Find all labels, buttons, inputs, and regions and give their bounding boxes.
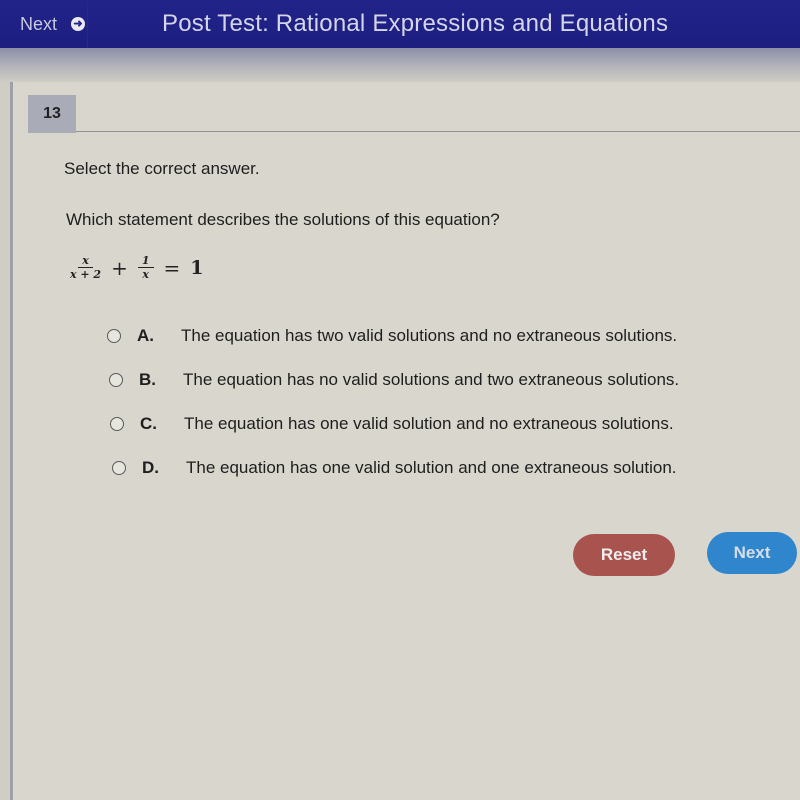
top-navigation-bar: Next ➜ Post Test: Rational Expressions a…: [0, 0, 800, 48]
answer-option-a[interactable]: A. The equation has two valid solutions …: [107, 326, 677, 346]
option-text: The equation has no valid solutions and …: [183, 370, 680, 389]
numerator: 1: [137, 254, 154, 268]
option-letter: C.: [140, 414, 157, 433]
denominator: x: [142, 268, 149, 281]
header-shadow: [0, 48, 800, 82]
option-text: The equation has two valid solutions and…: [181, 326, 678, 345]
radio-button-d[interactable]: [112, 461, 126, 475]
nav-next-button[interactable]: Next ➜: [0, 0, 88, 48]
radio-button-c[interactable]: [110, 417, 124, 431]
instruction-text: Select the correct answer.: [64, 159, 260, 178]
reset-button[interactable]: Reset: [573, 534, 675, 576]
option-text: The equation has one valid solution and …: [186, 458, 677, 477]
equals-sign: =: [163, 255, 181, 280]
nav-next-label: Next: [19, 13, 57, 34]
answer-option-d[interactable]: D. The equation has one valid solution a…: [112, 458, 677, 478]
arrow-right-circle-icon: ➜: [71, 17, 85, 31]
radio-button-a[interactable]: [107, 329, 121, 343]
answer-option-c[interactable]: C. The equation has one valid solution a…: [110, 414, 674, 434]
option-letter: B.: [139, 370, 156, 389]
fraction-term-1: x x + 2: [70, 254, 101, 281]
right-hand-side: 1: [190, 256, 204, 279]
next-button[interactable]: Next: [707, 532, 797, 574]
divider: [76, 131, 800, 132]
option-letter: A.: [137, 326, 154, 345]
page-title: Post Test: Rational Expressions and Equa…: [162, 10, 669, 37]
question-number-badge: 13: [28, 95, 76, 133]
option-text: The equation has one valid solution and …: [184, 414, 674, 433]
answer-option-b[interactable]: B. The equation has no valid solutions a…: [109, 370, 679, 390]
denominator: x + 2: [70, 268, 102, 281]
equation: x x + 2 + 1 x = 1: [70, 254, 204, 281]
question-panel: [10, 82, 800, 800]
question-prompt: Which statement describes the solutions …: [66, 210, 500, 229]
numerator: x: [78, 254, 93, 268]
option-letter: D.: [142, 458, 159, 477]
fraction-term-2: 1 x: [137, 254, 154, 281]
plus-sign: +: [111, 255, 128, 280]
radio-button-b[interactable]: [109, 373, 123, 387]
